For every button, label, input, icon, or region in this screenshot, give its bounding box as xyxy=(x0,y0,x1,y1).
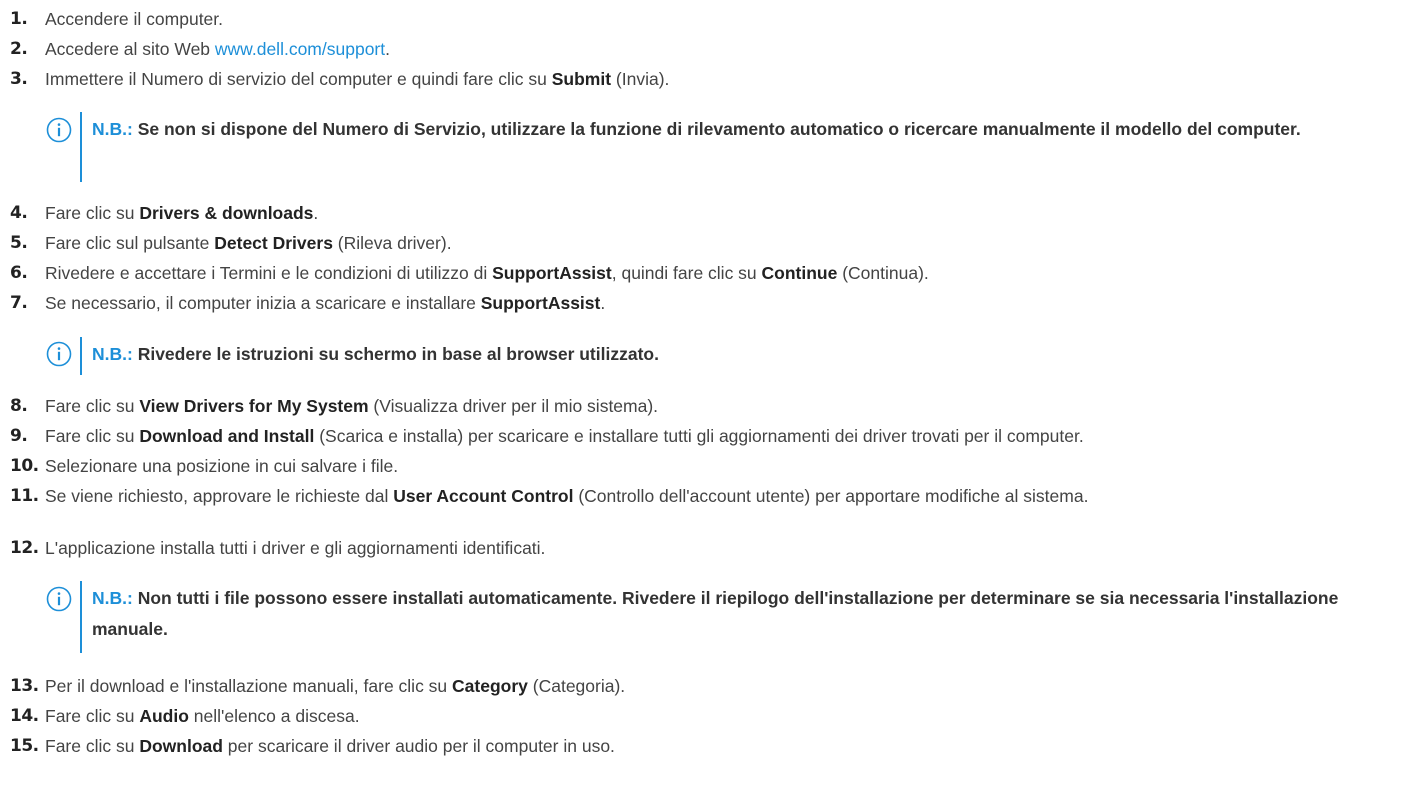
step-text: L'applicazione installa tutti i driver e… xyxy=(45,538,546,558)
step-number: 14. xyxy=(10,706,39,726)
step-number: 10. xyxy=(10,456,39,476)
note-bar xyxy=(80,581,82,653)
step-number: 7. xyxy=(10,293,28,313)
step-text: Fare clic su Download per scaricare il d… xyxy=(45,736,615,756)
step-number: 11. xyxy=(10,486,39,506)
step-number: 9. xyxy=(10,426,28,446)
info-icon xyxy=(46,586,72,612)
step-number: 13. xyxy=(10,676,39,696)
step-number: 15. xyxy=(10,736,39,756)
step-text: Se necessario, il computer inizia a scar… xyxy=(45,293,606,313)
step-number: 2. xyxy=(10,39,28,59)
step-number: 4. xyxy=(10,203,28,223)
step-number: 3. xyxy=(10,69,28,89)
step-text: Selezionare una posizione in cui salvare… xyxy=(45,456,399,476)
step-text: Fare clic su View Drivers for My System … xyxy=(45,396,659,416)
step-text: Accedere al sito Web www.dell.com/suppor… xyxy=(45,39,390,59)
note-text: N.B.: Non tutti i file possono essere in… xyxy=(92,588,1339,639)
note-label: N.B.: xyxy=(92,588,133,608)
note-text: N.B.: Rivedere le istruzioni su schermo … xyxy=(92,344,659,364)
step-number: 8. xyxy=(10,396,28,416)
step-text: Per il download e l'installazione manual… xyxy=(45,676,626,696)
step-text: Accendere il computer. xyxy=(45,9,224,29)
step-number: 6. xyxy=(10,263,28,283)
note-label: N.B.: xyxy=(92,344,133,364)
step-text: Fare clic su Download and Install (Scari… xyxy=(45,426,1084,446)
step-text: Fare clic sul pulsante Detect Drivers (R… xyxy=(45,233,452,253)
note-text: N.B.: Se non si dispone del Numero di Se… xyxy=(92,119,1301,139)
support-link[interactable]: www.dell.com/support xyxy=(215,39,385,59)
step-text: Se viene richiesto, approvare le richies… xyxy=(45,486,1089,506)
step-text: Fare clic su Drivers & downloads. xyxy=(45,203,319,223)
info-icon xyxy=(46,117,72,143)
step-number: 5. xyxy=(10,233,28,253)
step-text: Fare clic su Audio nell'elenco a discesa… xyxy=(45,706,360,726)
step-number: 12. xyxy=(10,538,39,558)
info-icon xyxy=(46,341,72,367)
step-number: 1. xyxy=(10,9,28,29)
note-bar xyxy=(80,337,82,375)
step-text: Immettere il Numero di servizio del comp… xyxy=(45,69,670,89)
step-text: Rivedere e accettare i Termini e le cond… xyxy=(45,263,929,283)
note-bar xyxy=(80,112,82,182)
note-label: N.B.: xyxy=(92,119,133,139)
